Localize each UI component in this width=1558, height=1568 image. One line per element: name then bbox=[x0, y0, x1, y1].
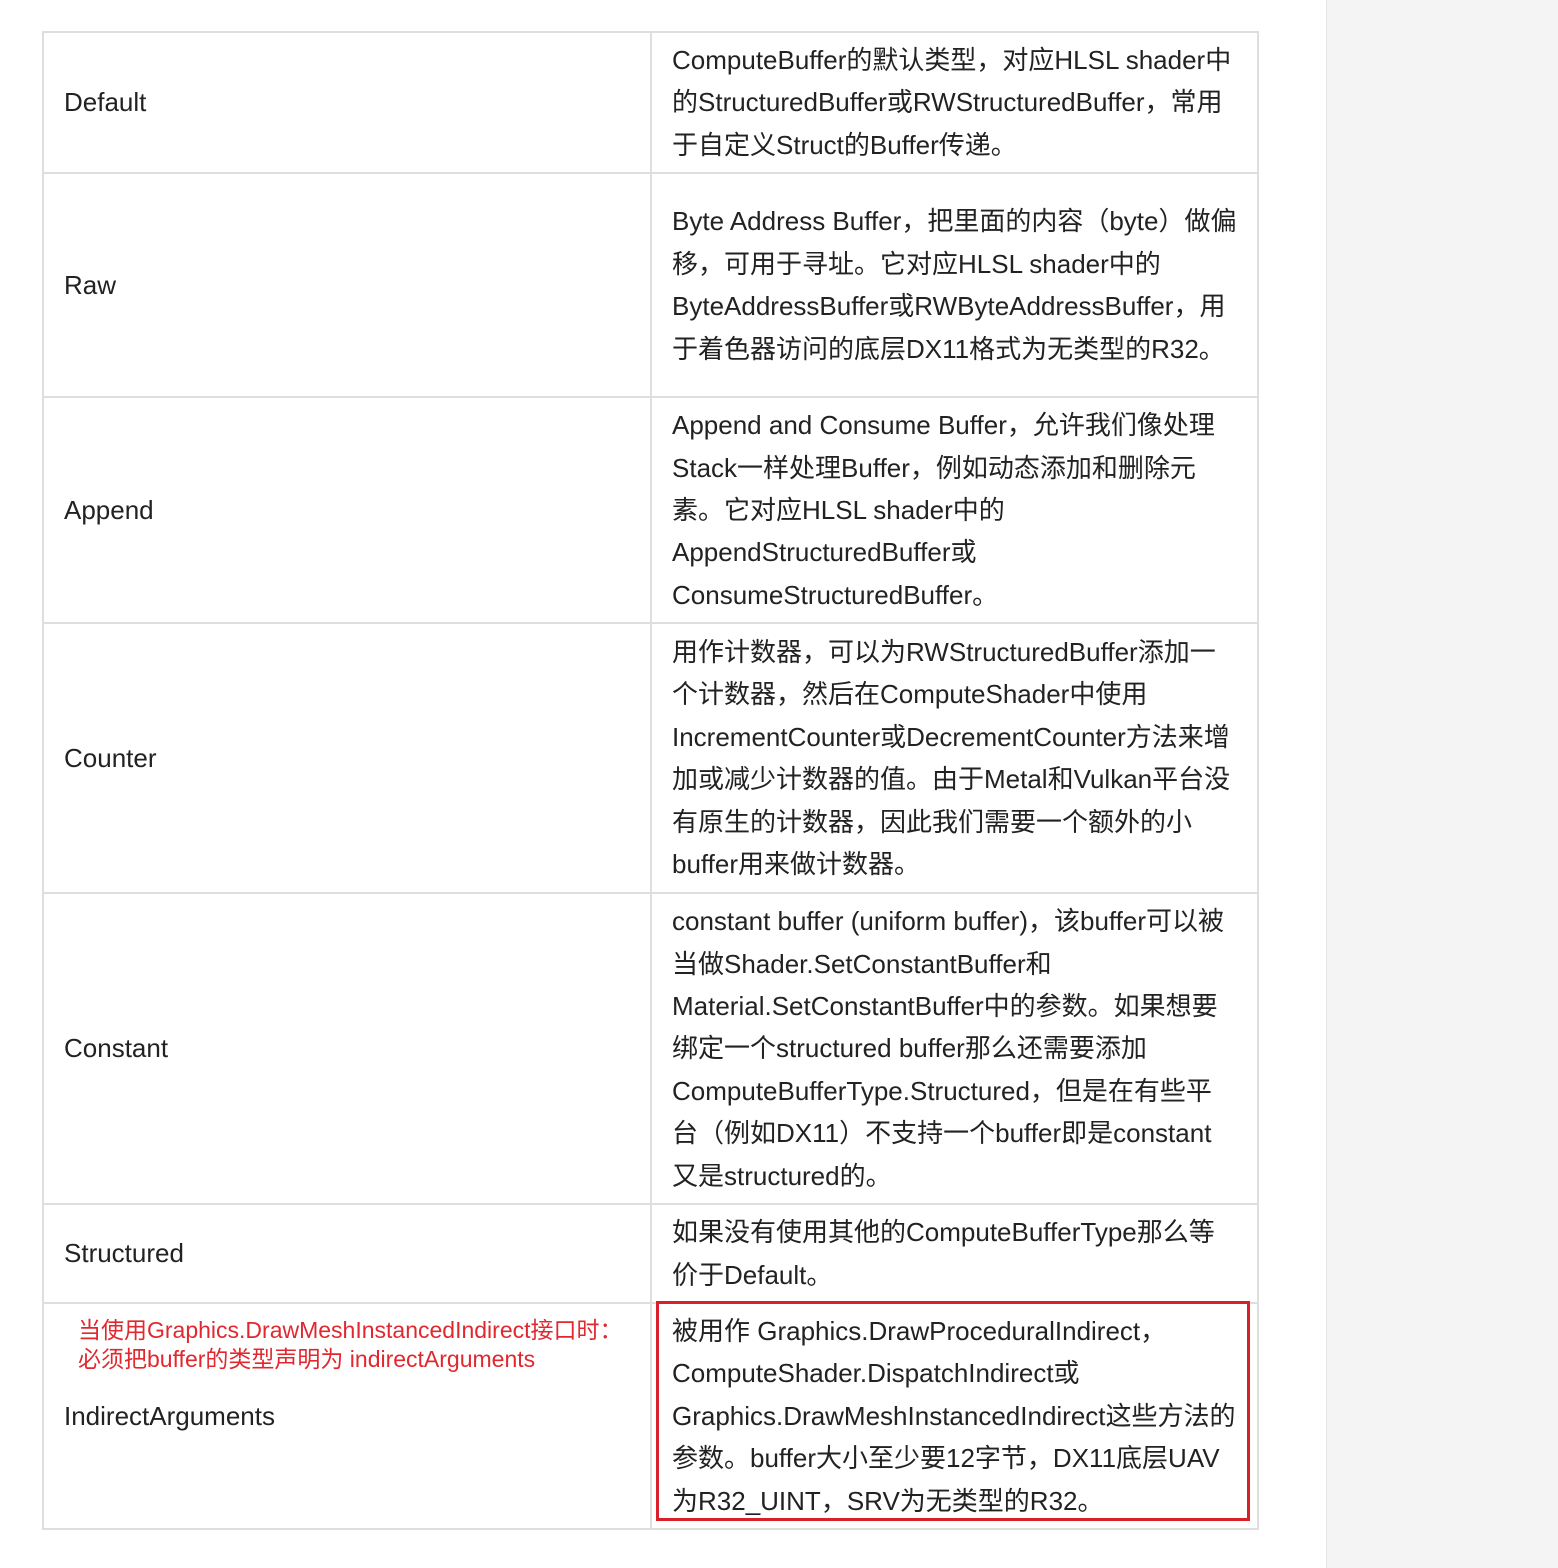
type-description-cell: 被用作 Graphics.DrawProceduralIndirect，Comp… bbox=[650, 1301, 1259, 1530]
type-name-cell: 当使用Graphics.DrawMeshInstancedIndirect接口时… bbox=[42, 1301, 652, 1530]
annotation-line: 必须把buffer的类型声明为 indirectArguments bbox=[78, 1345, 536, 1372]
type-name-append: Append bbox=[64, 495, 154, 526]
type-name-default: Default bbox=[64, 87, 147, 118]
type-description-append: Append and Consume Buffer，允许我们像处理Stack一样… bbox=[672, 410, 1215, 610]
type-name-counter: Counter bbox=[64, 743, 157, 774]
type-description-raw: Byte Address Buffer，把里面的内容（byte）做偏移，可用于寻… bbox=[672, 206, 1237, 364]
type-description-counter: 用作计数器，可以为RWStructuredBuffer添加一个计数器，然后在Co… bbox=[672, 637, 1231, 880]
type-name-structured: Structured bbox=[64, 1238, 184, 1269]
type-name-cell: Raw bbox=[42, 172, 652, 399]
table-row: 当使用Graphics.DrawMeshInstancedIndirect接口时… bbox=[42, 1301, 1259, 1530]
type-description-cell: 如果没有使用其他的ComputeBufferType那么等价于Default。 bbox=[650, 1203, 1259, 1304]
type-name-constant: Constant bbox=[64, 1033, 169, 1064]
type-description-cell: ComputeBuffer的默认类型，对应HLSL shader中的Struct… bbox=[650, 30, 1259, 175]
table-row: Default ComputeBuffer的默认类型，对应HLSL shader… bbox=[42, 30, 1259, 175]
type-description-constant: constant buffer (uniform buffer)，该buffer… bbox=[672, 906, 1225, 1191]
compute-buffer-type-table: Default ComputeBuffer的默认类型，对应HLSL shader… bbox=[42, 30, 1259, 1530]
type-description-cell: constant buffer (uniform buffer)，该buffer… bbox=[650, 892, 1259, 1206]
table-row: Counter 用作计数器，可以为RWStructuredBuffer添加一个计… bbox=[42, 622, 1259, 895]
type-name-cell: Constant bbox=[42, 892, 652, 1206]
type-name-cell: Default bbox=[42, 30, 652, 175]
type-description-structured: 如果没有使用其他的ComputeBufferType那么等价于Default。 bbox=[672, 1217, 1215, 1290]
type-description-default: ComputeBuffer的默认类型，对应HLSL shader中的Struct… bbox=[672, 45, 1232, 160]
type-name-raw: Raw bbox=[64, 270, 117, 301]
type-description-cell: Byte Address Buffer，把里面的内容（byte）做偏移，可用于寻… bbox=[650, 172, 1259, 399]
annotation-line: 当使用Graphics.DrawMeshInstancedIndirect接口时… bbox=[78, 1316, 623, 1343]
type-name-indirect-arguments: IndirectArguments bbox=[64, 1400, 275, 1431]
right-margin-panel bbox=[1326, 0, 1558, 1568]
type-description-cell: 用作计数器，可以为RWStructuredBuffer添加一个计数器，然后在Co… bbox=[650, 622, 1259, 895]
type-description-indirect-arguments: 被用作 Graphics.DrawProceduralIndirect，Comp… bbox=[672, 1315, 1236, 1516]
table-row: Raw Byte Address Buffer，把里面的内容（byte）做偏移，… bbox=[42, 172, 1259, 399]
table-row: Structured 如果没有使用其他的ComputeBufferType那么等… bbox=[42, 1203, 1259, 1304]
document-page: Default ComputeBuffer的默认类型，对应HLSL shader… bbox=[0, 0, 1558, 1568]
table-row: Append Append and Consume Buffer，允许我们像处理… bbox=[42, 396, 1259, 625]
table-row: Constant constant buffer (uniform buffer… bbox=[42, 892, 1259, 1206]
type-name-cell: Counter bbox=[42, 622, 652, 895]
type-name-cell: Structured bbox=[42, 1203, 652, 1304]
type-name-cell: Append bbox=[42, 396, 652, 625]
red-annotation-note: 当使用Graphics.DrawMeshInstancedIndirect接口时… bbox=[78, 1316, 623, 1374]
type-description-cell: Append and Consume Buffer，允许我们像处理Stack一样… bbox=[650, 396, 1259, 625]
